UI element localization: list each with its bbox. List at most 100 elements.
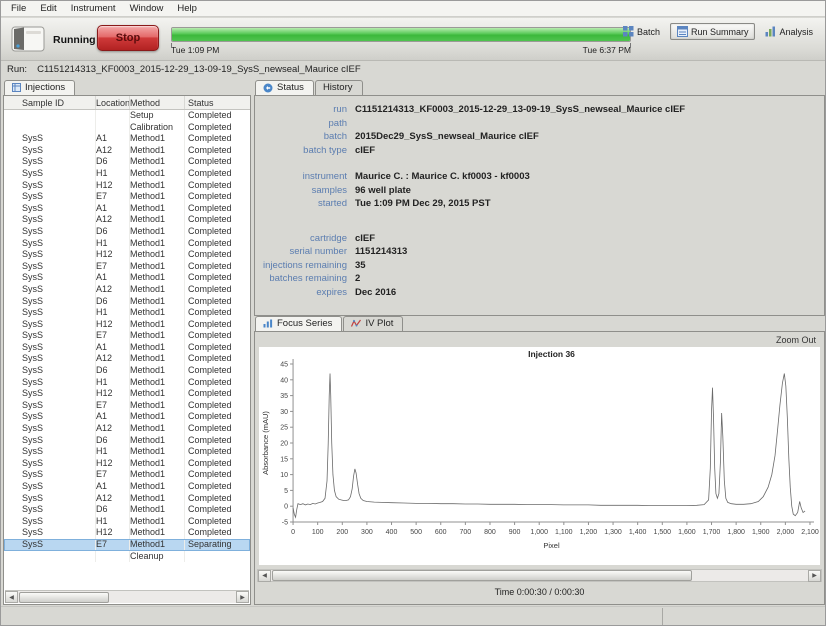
- cell-location: A12: [96, 423, 130, 435]
- stop-button[interactable]: Stop: [97, 25, 159, 51]
- zoom-out-link[interactable]: Zoom Out: [776, 335, 816, 345]
- menu-item-help[interactable]: Help: [170, 2, 204, 15]
- chart-canvas[interactable]: Injection 36-50510152025303540450 100 200 3…: [259, 347, 820, 565]
- table-row[interactable]: SysS E7 Method1 Completed: [4, 191, 250, 203]
- table-row[interactable]: SysS H1 Method1 Completed: [4, 376, 250, 389]
- field-label: cartridge: [310, 232, 347, 244]
- table-row[interactable]: SysS A12 Method1 Completed: [4, 144, 250, 157]
- table-row[interactable]: SysS A12 Method1 Completed: [4, 492, 250, 505]
- tab-injections[interactable]: Injections: [4, 80, 76, 95]
- cell-sample-id: SysS: [4, 156, 96, 168]
- field-label: samples: [311, 184, 347, 196]
- cell-sample-id: SysS: [4, 353, 96, 366]
- cell-location: D6: [96, 156, 130, 168]
- table-row[interactable]: SysS E7 Method1 Completed: [4, 399, 250, 412]
- menu-item-window[interactable]: Window: [123, 2, 171, 15]
- status-field: serial number 1151214313: [255, 245, 824, 259]
- cell-location: D6: [96, 504, 130, 516]
- table-row[interactable]: SysS A1 Method1 Completed: [4, 411, 250, 424]
- menu-item-edit[interactable]: Edit: [33, 2, 63, 15]
- cell-status: Completed: [188, 295, 232, 306]
- svg-text:Injection 36: Injection 36: [528, 349, 575, 359]
- cell-location: D6: [96, 225, 130, 238]
- tab-history-label: History: [322, 82, 353, 93]
- chart-scroll-thumb[interactable]: [272, 570, 692, 581]
- scroll-thumb[interactable]: [19, 591, 109, 603]
- tab-status[interactable]: Status: [255, 80, 314, 95]
- table-row[interactable]: SysS H12 Method1 Completed: [4, 249, 250, 261]
- table-row[interactable]: SysS E7 Method1 Completed: [4, 330, 250, 342]
- cell-sample-id: [4, 110, 96, 122]
- table-row[interactable]: SysS H12 Method1 Completed: [4, 179, 250, 192]
- cell-location: H12: [96, 388, 130, 400]
- table-row[interactable]: SysS A1 Method1 Completed: [4, 341, 250, 354]
- field-label: path: [328, 117, 348, 129]
- cell-status: Completed: [188, 144, 232, 155]
- chart-scroll-left-arrow[interactable]: ◀: [258, 569, 271, 582]
- table-row[interactable]: SysS A12 Method1 Completed: [4, 353, 250, 366]
- cell-location: A12: [96, 492, 130, 505]
- time-label: Time 0:00:30 / 0:00:30: [494, 587, 585, 597]
- table-row[interactable]: SysS A1 Method1 Completed: [4, 481, 250, 493]
- cell-sample-id: SysS: [4, 237, 96, 250]
- table-row[interactable]: SysS E7 Method1 Separating: [4, 538, 250, 551]
- table-row[interactable]: SysS A12 Method1 Completed: [4, 214, 250, 226]
- table-row[interactable]: SysS H1 Method1 Completed: [4, 307, 250, 319]
- table-row[interactable]: Setup Completed: [4, 110, 250, 122]
- cell-method: Cleanup: [130, 550, 185, 563]
- col-location: Location: [96, 96, 130, 109]
- table-row[interactable]: Calibration Completed: [4, 121, 250, 134]
- table-row[interactable]: SysS H12 Method1 Completed: [4, 527, 250, 539]
- cell-sample-id: [4, 550, 96, 563]
- scroll-right-arrow[interactable]: ▶: [236, 591, 249, 603]
- svg-text:1,300: 1,300: [604, 529, 622, 536]
- table-row[interactable]: SysS E7 Method1 Completed: [4, 469, 250, 481]
- table-row[interactable]: SysS D6 Method1 Completed: [4, 156, 250, 168]
- tab-iv-plot[interactable]: IV Plot: [343, 316, 404, 331]
- menu-item-file[interactable]: File: [4, 2, 33, 15]
- chart-hscrollbar: ◀ ▶: [257, 569, 822, 582]
- cell-method: Method1: [130, 330, 185, 342]
- menu-item-instrument[interactable]: Instrument: [64, 2, 123, 15]
- tab-focus-series[interactable]: Focus Series: [255, 316, 343, 331]
- table-row[interactable]: SysS D6 Method1 Completed: [4, 365, 250, 377]
- tab-status-label: Status: [277, 82, 304, 93]
- table-row[interactable]: SysS D6 Method1 Completed: [4, 504, 250, 516]
- field-value: cIEF: [355, 232, 376, 244]
- table-row[interactable]: SysS D6 Method1 Completed: [4, 295, 250, 308]
- table-row[interactable]: SysS H1 Method1 Completed: [4, 167, 250, 180]
- chart-scroll-right-arrow[interactable]: ▶: [808, 569, 821, 582]
- cell-location: [96, 550, 130, 563]
- cell-method: Method1: [130, 156, 185, 168]
- table-row[interactable]: SysS A1 Method1 Completed: [4, 133, 250, 145]
- table-row[interactable]: SysS A12 Method1 Completed: [4, 283, 250, 296]
- table-row[interactable]: SysS E7 Method1 Completed: [4, 260, 250, 273]
- cell-location: A12: [96, 353, 130, 366]
- table-row[interactable]: SysS H1 Method1 Completed: [4, 237, 250, 250]
- table-row[interactable]: SysS H12 Method1 Completed: [4, 457, 250, 470]
- table-row[interactable]: SysS A1 Method1 Completed: [4, 202, 250, 215]
- focus-series-chart[interactable]: Injection 36 -5 0 5 10 15 20 25 30 35 40 45 0 100 200 3…: [259, 347, 820, 565]
- table-row[interactable]: SysS D6 Method1 Completed: [4, 434, 250, 447]
- svg-text:20: 20: [280, 441, 288, 448]
- scroll-left-arrow[interactable]: ◀: [5, 591, 18, 603]
- run-summary-button[interactable]: Run Summary: [669, 23, 756, 40]
- tab-history[interactable]: History: [314, 80, 363, 95]
- table-row[interactable]: SysS H12 Method1 Completed: [4, 318, 250, 331]
- table-row[interactable]: SysS D6 Method1 Completed: [4, 225, 250, 238]
- table-row[interactable]: SysS A1 Method1 Completed: [4, 272, 250, 284]
- col-method: Method: [130, 96, 185, 109]
- cell-sample-id: SysS: [4, 295, 96, 308]
- table-row[interactable]: SysS H1 Method1 Completed: [4, 446, 250, 458]
- table-row[interactable]: SysS H12 Method1 Completed: [4, 388, 250, 400]
- analysis-button[interactable]: Analysis: [758, 23, 820, 40]
- table-row[interactable]: SysS A12 Method1 Completed: [4, 423, 250, 435]
- cell-sample-id: SysS: [4, 225, 96, 238]
- svg-text:2,000: 2,000: [777, 529, 795, 536]
- table-row[interactable]: Cleanup: [4, 550, 250, 563]
- table-row[interactable]: SysS H1 Method1 Completed: [4, 515, 250, 528]
- batch-button[interactable]: Batch: [616, 23, 667, 40]
- cell-location: D6: [96, 295, 130, 308]
- svg-text:600: 600: [435, 529, 447, 536]
- cell-sample-id: SysS: [4, 214, 96, 226]
